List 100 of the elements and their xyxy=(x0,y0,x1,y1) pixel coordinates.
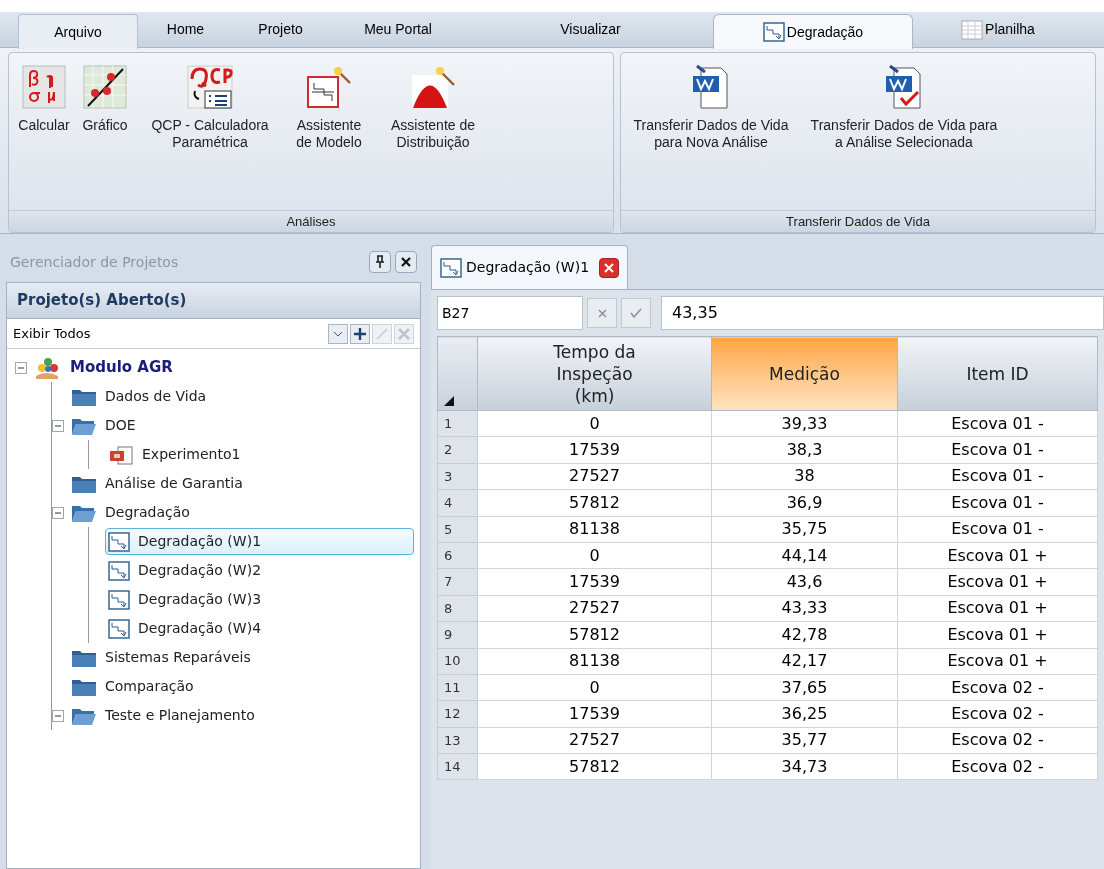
table-cell: Escova 01 - xyxy=(897,436,1098,464)
collapse-icon[interactable] xyxy=(52,709,64,722)
formula-field[interactable]: 43,35 xyxy=(661,296,1104,330)
table-cell: Escova 01 - xyxy=(897,489,1098,517)
table-cell: 35,75 xyxy=(711,516,898,543)
ribbon-button[interactable]: Assistente de Distribuição xyxy=(373,59,493,151)
table-cell: 27527 xyxy=(477,463,712,490)
table-cell: Escova 01 - xyxy=(897,410,1098,437)
select-all-corner[interactable] xyxy=(437,336,478,411)
chevron-down-icon xyxy=(333,330,343,337)
table-cell: 43,33 xyxy=(711,595,898,622)
row-number[interactable]: 10 xyxy=(437,648,478,675)
ribbon-tab[interactable]: Home xyxy=(138,12,233,47)
ribbon-tab[interactable]: Meu Portal xyxy=(328,12,468,47)
tree-item[interactable]: Degradação (W)4 xyxy=(105,615,279,642)
ribbon-button[interactable]: Calcular xyxy=(13,59,75,134)
table-cell: 36,9 xyxy=(711,489,898,517)
close-icon xyxy=(401,257,411,267)
step-chart-icon xyxy=(440,257,462,278)
table-cell: 0 xyxy=(477,542,712,569)
ribbon-button[interactable]: QCP - Calculadora Paramétrica xyxy=(135,59,285,151)
table-cell: 38 xyxy=(711,463,898,490)
close-icon xyxy=(604,262,615,273)
table-cell: 43,6 xyxy=(711,568,898,596)
row-number[interactable]: 7 xyxy=(437,568,478,596)
row-number[interactable]: 12 xyxy=(437,700,478,728)
collapse-icon[interactable] xyxy=(52,419,64,432)
collapse-icon[interactable] xyxy=(15,361,27,374)
cell-reference-field[interactable]: B27 xyxy=(437,296,583,330)
table-cell: 27527 xyxy=(477,727,712,754)
document-tab[interactable]: Degradação (W)1 xyxy=(431,245,629,289)
table-cell: 42,17 xyxy=(711,648,898,675)
row-number[interactable]: 3 xyxy=(437,463,478,490)
tree-item[interactable]: Degradação (W)2 xyxy=(105,557,279,584)
ribbon-button[interactable]: Gráfico xyxy=(77,59,133,134)
tree-item[interactable]: DOE xyxy=(68,412,153,439)
row-number[interactable]: 8 xyxy=(437,595,478,622)
corner-triangle-icon xyxy=(444,396,454,406)
tree-item[interactable]: Dados de Vida xyxy=(68,383,224,410)
table-cell: Escova 01 + xyxy=(897,595,1098,622)
word-document-check-icon xyxy=(884,64,924,110)
row-number[interactable]: 14 xyxy=(437,753,478,780)
column-header[interactable]: Medição xyxy=(711,336,898,411)
table-cell: Escova 01 + xyxy=(897,648,1098,675)
table-cell: 17539 xyxy=(477,568,712,596)
check-icon xyxy=(630,308,642,318)
ribbon-tab[interactable]: Degradação xyxy=(713,14,913,49)
close-button[interactable] xyxy=(395,251,417,273)
ribbon-button[interactable]: Assistente de Modelo xyxy=(287,59,371,151)
filter-dropdown[interactable]: Exibir Todos xyxy=(13,323,328,344)
table-cell: 44,14 xyxy=(711,542,898,569)
table-cell: Escova 02 - xyxy=(897,727,1098,754)
tree-item[interactable]: Degradação xyxy=(68,499,207,526)
close-tab-button[interactable] xyxy=(599,257,620,278)
pin-button[interactable] xyxy=(369,251,391,273)
row-number[interactable]: 2 xyxy=(437,436,478,464)
tree-item[interactable]: Experimento1 xyxy=(105,441,258,468)
ribbon-button[interactable]: Transferir Dados de Vida para Nova Análise xyxy=(633,59,789,151)
panel-title: Gerenciador de Projetos xyxy=(10,252,180,272)
confirm-edit-button[interactable] xyxy=(621,298,651,328)
panel-header-text: Projeto(s) Aberto(s) xyxy=(17,290,187,312)
calculator-icon xyxy=(187,65,233,109)
row-number[interactable]: 11 xyxy=(437,674,478,701)
table-cell: Escova 02 - xyxy=(897,674,1098,701)
cancel-edit-button[interactable] xyxy=(587,298,617,328)
column-header[interactable]: Item ID xyxy=(897,336,1098,411)
row-number[interactable]: 13 xyxy=(437,727,478,754)
row-number[interactable]: 4 xyxy=(437,489,478,517)
ribbon-button[interactable]: Transferir Dados de Vida para a Análise Selecionada xyxy=(809,59,999,151)
step-chart-icon xyxy=(108,618,130,639)
table-cell: 57812 xyxy=(477,489,712,517)
group-label: Análises xyxy=(9,210,613,232)
tree-item[interactable]: Comparação xyxy=(68,673,211,700)
tree-item[interactable]: Modulo AGR xyxy=(31,354,190,381)
add-button[interactable] xyxy=(350,323,370,344)
table-cell: 0 xyxy=(477,410,712,437)
tree-item[interactable]: Sistemas Reparáveis xyxy=(68,644,268,671)
ribbon-tab[interactable]: Arquivo xyxy=(18,14,138,49)
tree-item[interactable]: Análise de Garantia xyxy=(68,470,260,497)
column-header[interactable]: Tempo da Inspeção (km) xyxy=(477,336,712,411)
table-cell: 37,65 xyxy=(711,674,898,701)
table-cell: Escova 01 + xyxy=(897,621,1098,648)
row-number[interactable]: 6 xyxy=(437,542,478,569)
row-number[interactable]: 5 xyxy=(437,516,478,543)
tree-item[interactable]: Degradação (W)3 xyxy=(105,586,279,613)
table-cell: Escova 02 - xyxy=(897,753,1098,780)
pencil-icon xyxy=(375,326,389,341)
row-number[interactable]: 9 xyxy=(437,621,478,648)
table-cell: 81138 xyxy=(477,516,712,543)
row-number[interactable]: 1 xyxy=(437,410,478,437)
delete-button[interactable] xyxy=(394,323,414,344)
ribbon-tab[interactable]: Projeto xyxy=(233,12,328,47)
ribbon-tab[interactable]: Planilha xyxy=(913,12,1083,47)
group-label: Transferir Dados de Vida xyxy=(621,210,1095,232)
ribbon-tab[interactable]: Visualizar xyxy=(468,12,713,47)
spreadsheet-icon xyxy=(961,19,984,40)
step-chart-icon xyxy=(762,22,785,42)
tree-item[interactable]: Teste e Planejamento xyxy=(68,702,272,729)
collapse-icon[interactable] xyxy=(52,506,64,519)
tree-item[interactable]: Degradação (W)1 xyxy=(105,528,414,555)
